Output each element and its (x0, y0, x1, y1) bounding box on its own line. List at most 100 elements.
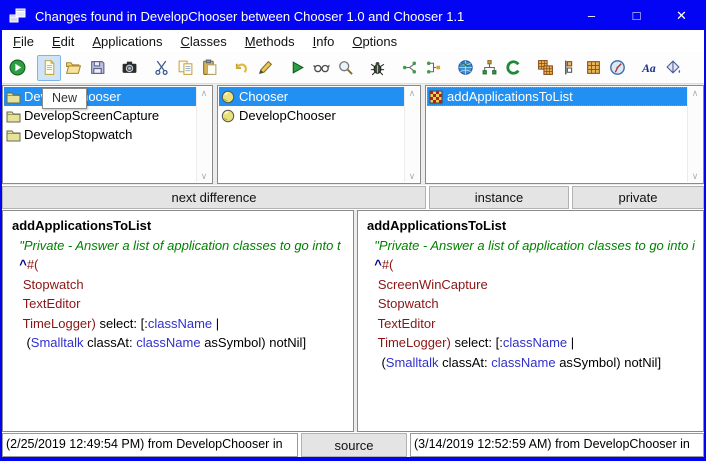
search-icon[interactable] (333, 55, 357, 81)
code-line: ^#( (367, 255, 703, 275)
scroll-up-icon[interactable]: ∧ (409, 87, 416, 99)
toolbar-separator (357, 52, 365, 83)
paste-icon[interactable] (197, 55, 221, 81)
code-line: (Smalltalk classAt: className asSymbol) … (12, 333, 353, 353)
toolbar-separator (277, 52, 285, 83)
hierarchy-icon[interactable] (477, 55, 501, 81)
list-item-DevelopStopwatch[interactable]: DevelopStopwatch (4, 125, 211, 144)
folder-icon (6, 128, 21, 142)
toolbar-separator (629, 52, 637, 83)
changes-browser-window: Changes found in DevelopChooser between … (0, 0, 706, 461)
toolbar-separator (445, 52, 453, 83)
close-button[interactable]: ✕ (659, 2, 704, 30)
next-difference-button[interactable]: next difference (2, 186, 426, 209)
status-right: (3/14/2019 12:52:59 AM) from DevelopChoo… (410, 433, 704, 457)
toolbar-separator (141, 52, 149, 83)
app-window-icon (9, 8, 27, 24)
font-icon[interactable]: Aa (637, 55, 661, 81)
senders-icon[interactable] (397, 55, 421, 81)
instance-button[interactable]: instance (429, 186, 569, 209)
source-button[interactable]: source (301, 433, 407, 457)
vertical-scrollbar[interactable]: ∧∨ (196, 87, 211, 182)
applications-list[interactable]: DevelopChooser DevelopScreenCapture Develo… (2, 85, 213, 184)
list-item-label: DevelopStopwatch (24, 127, 132, 142)
implementors-icon[interactable] (421, 55, 445, 81)
methods-list[interactable]: addApplicationsToList ∧∨ (425, 85, 704, 184)
menu-item-file[interactable]: File (4, 32, 43, 51)
ball-icon (221, 109, 236, 123)
flag-icon[interactable] (557, 55, 581, 81)
menu-bar: FileEditApplicationsClassesMethodsInfoOp… (2, 30, 704, 52)
scroll-up-icon[interactable]: ∧ (201, 87, 208, 99)
menu-item-classes[interactable]: Classes (171, 32, 235, 51)
copy-icon[interactable] (173, 55, 197, 81)
maximize-button[interactable]: □ (614, 2, 659, 30)
vertical-scrollbar[interactable]: ∧∨ (687, 87, 702, 182)
save-icon[interactable] (85, 55, 109, 81)
fill-icon[interactable] (661, 55, 685, 81)
list-item-DevelopScreenCapture[interactable]: DevelopScreenCapture (4, 106, 211, 125)
toolbar-separator (221, 52, 229, 83)
toolbar-separator (109, 52, 117, 83)
list-item-label: Chooser (239, 89, 288, 104)
list-item-addApplicationsToList[interactable]: addApplicationsToList (427, 87, 702, 106)
list-item-label: addApplicationsToList (447, 89, 573, 104)
menu-item-methods[interactable]: Methods (236, 32, 304, 51)
title-bar: Changes found in DevelopChooser between … (2, 2, 704, 30)
play-icon[interactable] (285, 55, 309, 81)
scroll-up-icon[interactable]: ∧ (692, 87, 699, 99)
list-item-label: DevelopScreenCapture (24, 108, 159, 123)
camera-icon[interactable] (117, 55, 141, 81)
undo-icon[interactable] (229, 55, 253, 81)
status-left: (2/25/2019 12:49:54 PM) from DevelopChoo… (2, 433, 298, 457)
private-button[interactable]: private (572, 186, 704, 209)
method-icon (429, 90, 444, 104)
list-item-DevelopChooser[interactable]: DevelopChooser (4, 87, 211, 106)
glasses-icon[interactable] (309, 55, 333, 81)
scroll-down-icon[interactable]: ∨ (409, 170, 416, 182)
list-item-DevelopChooser[interactable]: DevelopChooser (219, 106, 419, 125)
code-line: TextEditor (367, 314, 703, 334)
menu-item-options[interactable]: Options (343, 32, 406, 51)
minimize-button[interactable]: – (569, 2, 614, 30)
list-item-Chooser[interactable]: Chooser (219, 87, 419, 106)
code-line: Stopwatch (12, 275, 353, 295)
debug-icon[interactable] (365, 55, 389, 81)
run-icon[interactable] (5, 55, 29, 81)
globe-icon[interactable] (453, 55, 477, 81)
code-line: addApplicationsToList (367, 216, 703, 236)
code-line: ^#( (12, 255, 353, 275)
scroll-down-icon[interactable]: ∨ (201, 170, 208, 182)
toolbar-separator (389, 52, 397, 83)
svg-text:Aa: Aa (641, 62, 656, 75)
classes-list[interactable]: ChooserDevelopChooser ∧∨ (217, 85, 421, 184)
menu-item-edit[interactable]: Edit (43, 32, 83, 51)
ball-icon (221, 90, 236, 104)
scroll-down-icon[interactable]: ∨ (692, 170, 699, 182)
code-line: Stopwatch (367, 294, 703, 314)
tooltip-new: New (42, 88, 87, 109)
list-item-label: DevelopChooser (239, 108, 336, 123)
cut-icon[interactable] (149, 55, 173, 81)
code-line: "Private - Answer a list of application … (12, 236, 353, 256)
difference-button-row: next difference instance private (2, 185, 704, 210)
folder-icon (6, 109, 21, 123)
grid-icon[interactable] (581, 55, 605, 81)
windows-icon[interactable] (533, 55, 557, 81)
open-icon[interactable] (61, 55, 85, 81)
vertical-scrollbar[interactable]: ∧∨ (404, 87, 419, 182)
new-icon[interactable] (37, 55, 61, 81)
menu-item-applications[interactable]: Applications (83, 32, 171, 51)
marker-icon[interactable] (253, 55, 277, 81)
code-pane-right[interactable]: addApplicationsToList "Private - Answer … (357, 210, 704, 432)
toolbar-separator (29, 52, 37, 83)
code-line: TimeLogger) select: [:className | (12, 314, 353, 334)
refresh-icon[interactable] (501, 55, 525, 81)
code-line: ScreenWinCapture (367, 275, 703, 295)
compass-icon[interactable] (605, 55, 629, 81)
status-row: (2/25/2019 12:49:54 PM) from DevelopChoo… (2, 432, 704, 457)
window-title: Changes found in DevelopChooser between … (35, 9, 569, 24)
menu-item-info[interactable]: Info (304, 32, 344, 51)
code-pane-left[interactable]: addApplicationsToList "Private - Answer … (2, 210, 354, 432)
code-line: (Smalltalk classAt: className asSymbol) … (367, 353, 703, 373)
